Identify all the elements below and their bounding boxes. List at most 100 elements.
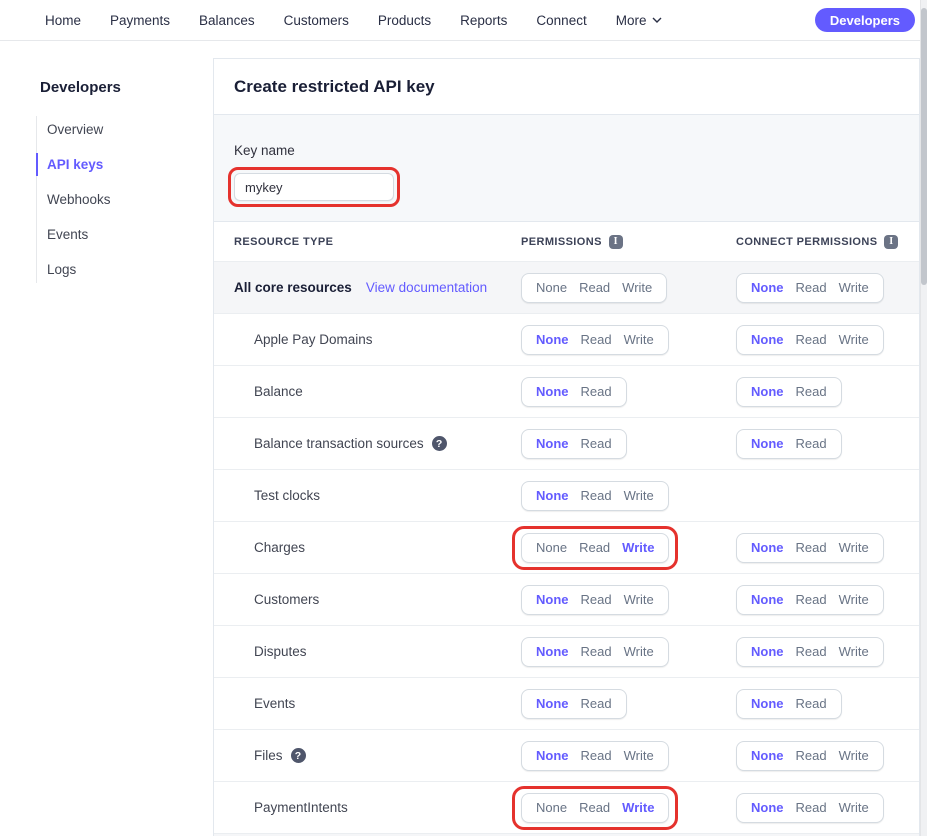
view-documentation-link[interactable]: View documentation xyxy=(366,280,487,295)
permissions-option-none[interactable]: None xyxy=(536,280,567,295)
connect-permissions-option-write[interactable]: Write xyxy=(839,748,869,763)
permissions-option-read[interactable]: Read xyxy=(581,332,612,347)
connect-permissions-option-write[interactable]: Write xyxy=(839,280,869,295)
connect-permissions-option-read[interactable]: Read xyxy=(796,332,827,347)
connect-permissions-option-read[interactable]: Read xyxy=(796,696,827,711)
scrollbar-thumb[interactable] xyxy=(921,8,927,285)
sidebar-item-logs[interactable]: Logs xyxy=(37,256,213,283)
nav-payments[interactable]: Payments xyxy=(110,13,170,28)
permissions-option-none[interactable]: None xyxy=(536,332,569,347)
permissions-option-none[interactable]: None xyxy=(536,800,567,815)
connect-permissions-option-none[interactable]: None xyxy=(751,540,784,555)
permissions-option-none[interactable]: None xyxy=(536,696,569,711)
developers-button[interactable]: Developers xyxy=(815,8,915,32)
connect-permissions-cell: None Read Write xyxy=(736,325,919,355)
column-resource-type-label: RESOURCE TYPE xyxy=(234,236,333,248)
permissions-option-read[interactable]: Read xyxy=(581,436,612,451)
permissions-option-write[interactable]: Write xyxy=(622,540,654,555)
sidebar-item-events[interactable]: Events xyxy=(37,221,213,248)
connect-permissions-option-none[interactable]: None xyxy=(751,436,784,451)
connect-permissions-option-none[interactable]: None xyxy=(751,592,784,607)
permissions-option-read[interactable]: Read xyxy=(579,800,610,815)
permissions-option-write[interactable]: Write xyxy=(622,800,654,815)
connect-permissions-cell: None Read xyxy=(736,429,919,459)
resource-label: Charges xyxy=(254,540,305,555)
page-title: Create restricted API key xyxy=(234,77,435,97)
permissions-option-write[interactable]: Write xyxy=(624,644,654,659)
nav-home[interactable]: Home xyxy=(45,13,81,28)
permissions-option-none[interactable]: None xyxy=(536,748,569,763)
connect-permissions-option-read[interactable]: Read xyxy=(796,644,827,659)
resource-label: PaymentIntents xyxy=(254,800,348,815)
permissions-segmented-control: None Read Write xyxy=(521,637,669,667)
permissions-option-none[interactable]: None xyxy=(536,488,569,503)
connect-permissions-option-none[interactable]: None xyxy=(751,644,784,659)
connect-permissions-option-read[interactable]: Read xyxy=(796,800,827,815)
permissions-option-none[interactable]: None xyxy=(536,592,569,607)
permissions-option-write[interactable]: Write xyxy=(624,592,654,607)
connect-permissions-segmented-control: None Read xyxy=(736,689,842,719)
connect-permissions-option-write[interactable]: Write xyxy=(839,800,869,815)
resource-label: Apple Pay Domains xyxy=(254,332,373,347)
connect-permissions-option-read[interactable]: Read xyxy=(796,748,827,763)
permissions-option-none[interactable]: None xyxy=(536,436,569,451)
connect-permissions-option-write[interactable]: Write xyxy=(839,644,869,659)
connect-permissions-option-write[interactable]: Write xyxy=(839,592,869,607)
permissions-option-none[interactable]: None xyxy=(536,540,567,555)
connect-permissions-option-none[interactable]: None xyxy=(751,280,784,295)
sidebar-item-api-keys[interactable]: API keys xyxy=(37,151,213,178)
nav-reports[interactable]: Reports xyxy=(460,13,507,28)
resource-cell: Balance transaction sources? xyxy=(234,436,521,451)
permissions-option-read[interactable]: Read xyxy=(579,540,610,555)
connect-permissions-option-read[interactable]: Read xyxy=(796,280,827,295)
resource-cell: Balance xyxy=(234,384,521,399)
connect-permissions-option-none[interactable]: None xyxy=(751,332,784,347)
connect-permissions-segmented-control: None Read Write xyxy=(736,741,884,771)
nav-customers[interactable]: Customers xyxy=(284,13,349,28)
connect-permissions-option-none[interactable]: None xyxy=(751,800,784,815)
permissions-option-write[interactable]: Write xyxy=(622,280,652,295)
column-connect-permissions-label: CONNECT PERMISSIONS xyxy=(736,236,877,248)
connect-permissions-cell: None Read xyxy=(736,689,919,719)
permissions-option-none[interactable]: None xyxy=(536,384,569,399)
permissions-option-write[interactable]: Write xyxy=(624,488,654,503)
resource-label: Test clocks xyxy=(254,488,320,503)
help-icon[interactable]: ? xyxy=(291,748,306,763)
permissions-option-write[interactable]: Write xyxy=(624,748,654,763)
nav-more[interactable]: More xyxy=(616,13,663,28)
vertical-scrollbar[interactable] xyxy=(920,0,927,836)
connect-permissions-option-read[interactable]: Read xyxy=(796,436,827,451)
resource-cell: Apple Pay Domains xyxy=(234,332,521,347)
connect-permissions-option-write[interactable]: Write xyxy=(839,540,869,555)
connect-permissions-option-none[interactable]: None xyxy=(751,384,784,399)
permissions-option-read[interactable]: Read xyxy=(581,644,612,659)
key-name-input[interactable] xyxy=(234,173,394,201)
permissions-option-write[interactable]: Write xyxy=(624,332,654,347)
permissions-option-read[interactable]: Read xyxy=(581,384,612,399)
permissions-option-read[interactable]: Read xyxy=(581,696,612,711)
connect-permissions-option-read[interactable]: Read xyxy=(796,592,827,607)
connect-permissions-option-none[interactable]: None xyxy=(751,748,784,763)
permissions-option-read[interactable]: Read xyxy=(581,488,612,503)
info-icon[interactable]: i xyxy=(609,235,623,249)
chevron-down-icon xyxy=(652,17,662,23)
nav-balances[interactable]: Balances xyxy=(199,13,255,28)
nav-products[interactable]: Products xyxy=(378,13,431,28)
permissions-cell: None Read Write xyxy=(521,637,736,667)
nav-connect[interactable]: Connect xyxy=(536,13,586,28)
permissions-option-none[interactable]: None xyxy=(536,644,569,659)
permissions-segmented-control: None Read xyxy=(521,377,627,407)
permissions-option-read[interactable]: Read xyxy=(579,280,610,295)
sidebar-item-webhooks[interactable]: Webhooks xyxy=(37,186,213,213)
help-icon[interactable]: ? xyxy=(432,436,447,451)
connect-permissions-option-write[interactable]: Write xyxy=(839,332,869,347)
connect-permissions-option-read[interactable]: Read xyxy=(796,384,827,399)
resource-cell: Customers xyxy=(234,592,521,607)
main-panel: Create restricted API key Key name RESOU… xyxy=(213,58,920,836)
permissions-option-read[interactable]: Read xyxy=(581,592,612,607)
sidebar-item-overview[interactable]: Overview xyxy=(37,116,213,143)
connect-permissions-option-none[interactable]: None xyxy=(751,696,784,711)
connect-permissions-option-read[interactable]: Read xyxy=(796,540,827,555)
info-icon[interactable]: i xyxy=(884,235,898,249)
permissions-option-read[interactable]: Read xyxy=(581,748,612,763)
